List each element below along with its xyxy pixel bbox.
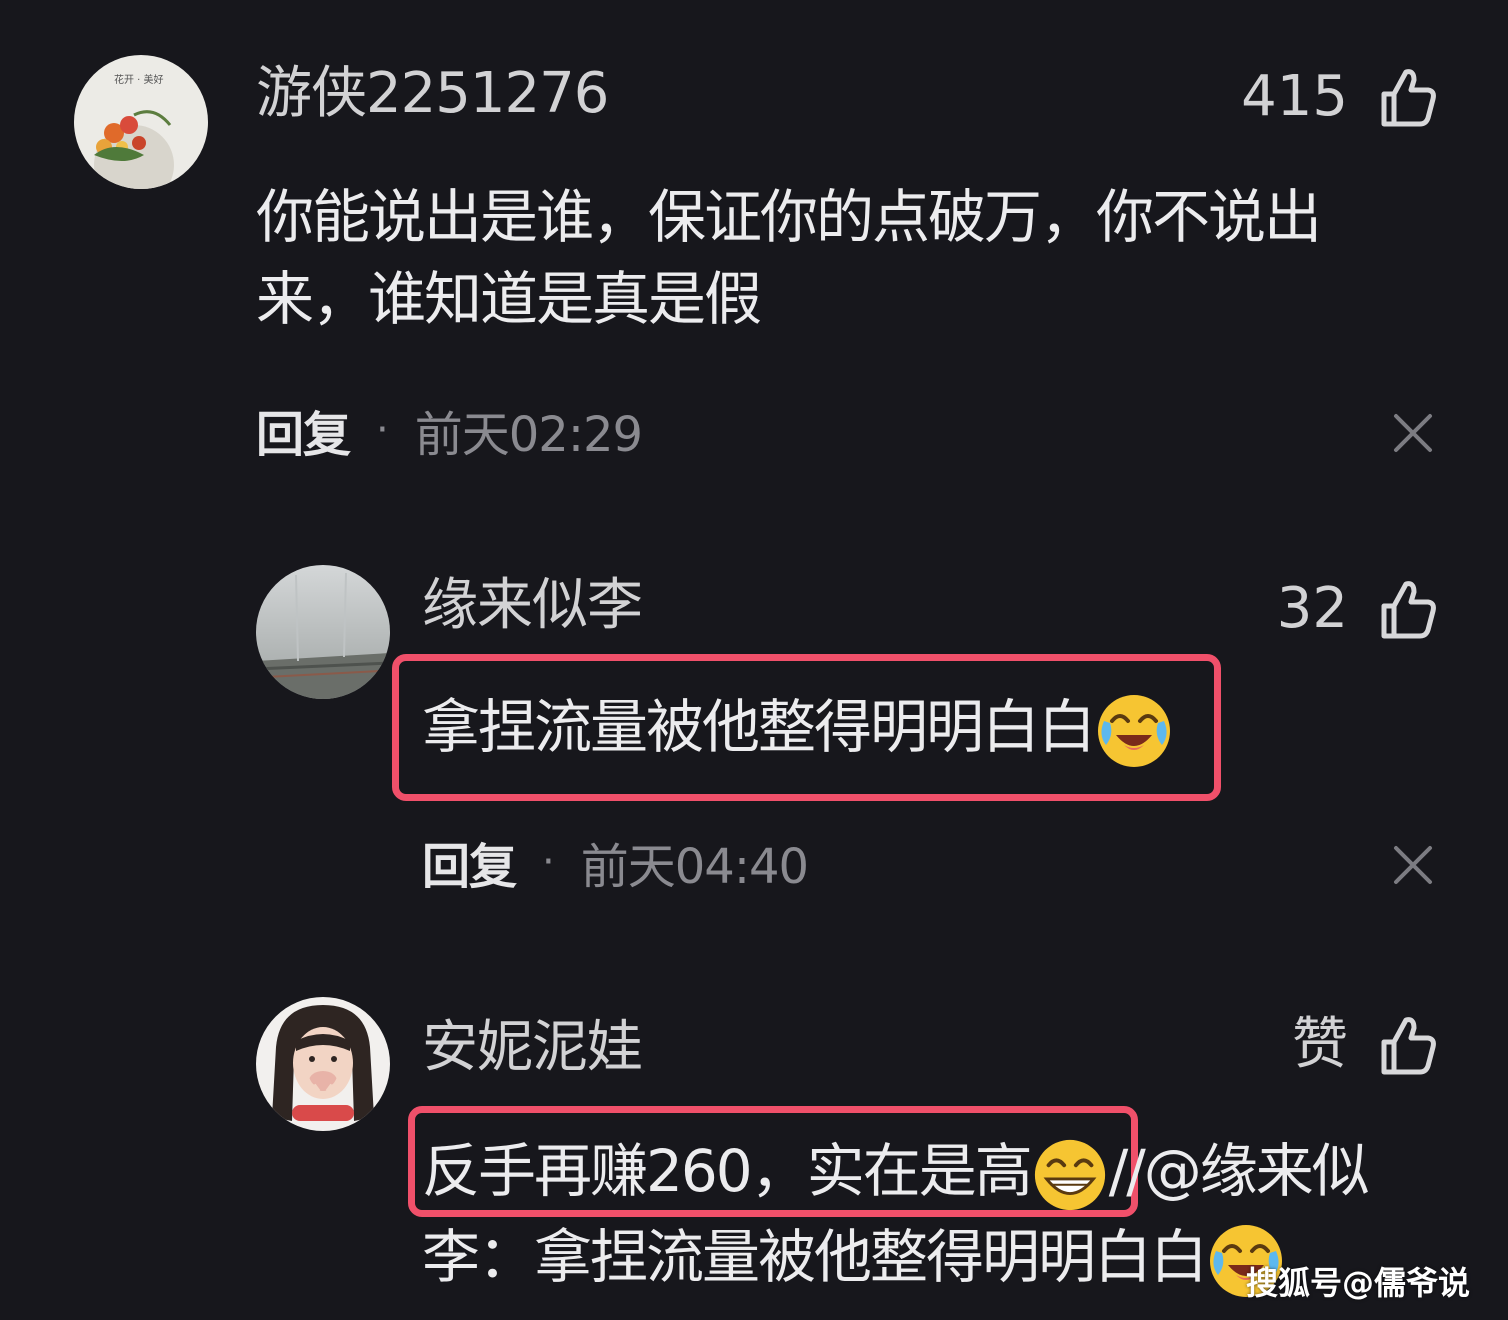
like-group[interactable]: 赞 <box>1292 1010 1438 1080</box>
timestamp: 前天04:40 <box>580 839 809 895</box>
thumb-up-icon[interactable] <box>1378 66 1438 128</box>
thumb-up-icon[interactable] <box>1378 578 1438 640</box>
separator: · <box>376 407 389 453</box>
comment-text: 拿捏流量被他整得明明白白 <box>422 686 1174 771</box>
like-label: 赞 <box>1292 1012 1348 1077</box>
comment-text-highlight: 反手再赚260，实在是高 <box>422 1137 1033 1205</box>
avatar[interactable] <box>256 565 390 699</box>
comment-text: 来，谁知道是真是假 <box>256 265 762 333</box>
grinning-emoji <box>1031 1136 1109 1214</box>
comment-text-line2: 李：拿捏流量被他整得明明白白 <box>422 1223 1208 1291</box>
username[interactable]: 游侠2251276 <box>256 62 609 126</box>
username[interactable]: 缘来似李 <box>422 574 643 638</box>
like-group[interactable]: 415 <box>1241 62 1438 132</box>
comment-thread: 花开 · 美好 游侠2251276 415 你能说出是谁，保证你的点破万，你不说… <box>0 0 1508 1320</box>
close-icon[interactable] <box>1392 412 1434 454</box>
comment-text-quote: //@缘来似 <box>1108 1137 1370 1205</box>
comment-meta: 回复 · 前天04:40 <box>422 832 809 895</box>
comment-text: 反手再赚260，实在是高 //@缘来似 <box>422 1130 1370 1214</box>
reply-button[interactable]: 回复 <box>256 395 351 465</box>
crying-laughing-emoji <box>1094 691 1174 771</box>
comment-meta: 回复 · 前天02:29 <box>256 400 643 463</box>
like-count: 415 <box>1241 64 1348 129</box>
reply-button[interactable]: 回复 <box>422 827 517 897</box>
close-icon[interactable] <box>1392 844 1434 886</box>
thumb-up-icon[interactable] <box>1378 1014 1438 1076</box>
comment-text-body: 拿捏流量被他整得明明白白 <box>422 693 1096 761</box>
watermark: 搜狐号@儒爷说 <box>1245 1264 1470 1302</box>
like-group[interactable]: 32 <box>1277 574 1438 644</box>
comment-text: 你能说出是谁，保证你的点破万，你不说出 <box>256 183 1322 251</box>
avatar[interactable]: 花开 · 美好 <box>74 55 208 189</box>
like-count: 32 <box>1276 576 1348 641</box>
comment-text: 李：拿捏流量被他整得明明白白 <box>422 1216 1286 1301</box>
username[interactable]: 安妮泥娃 <box>422 1016 643 1080</box>
avatar[interactable] <box>256 997 390 1131</box>
svg-text:花开 · 美好: 花开 · 美好 <box>114 73 164 86</box>
separator: · <box>542 839 555 885</box>
timestamp: 前天02:29 <box>414 407 643 463</box>
